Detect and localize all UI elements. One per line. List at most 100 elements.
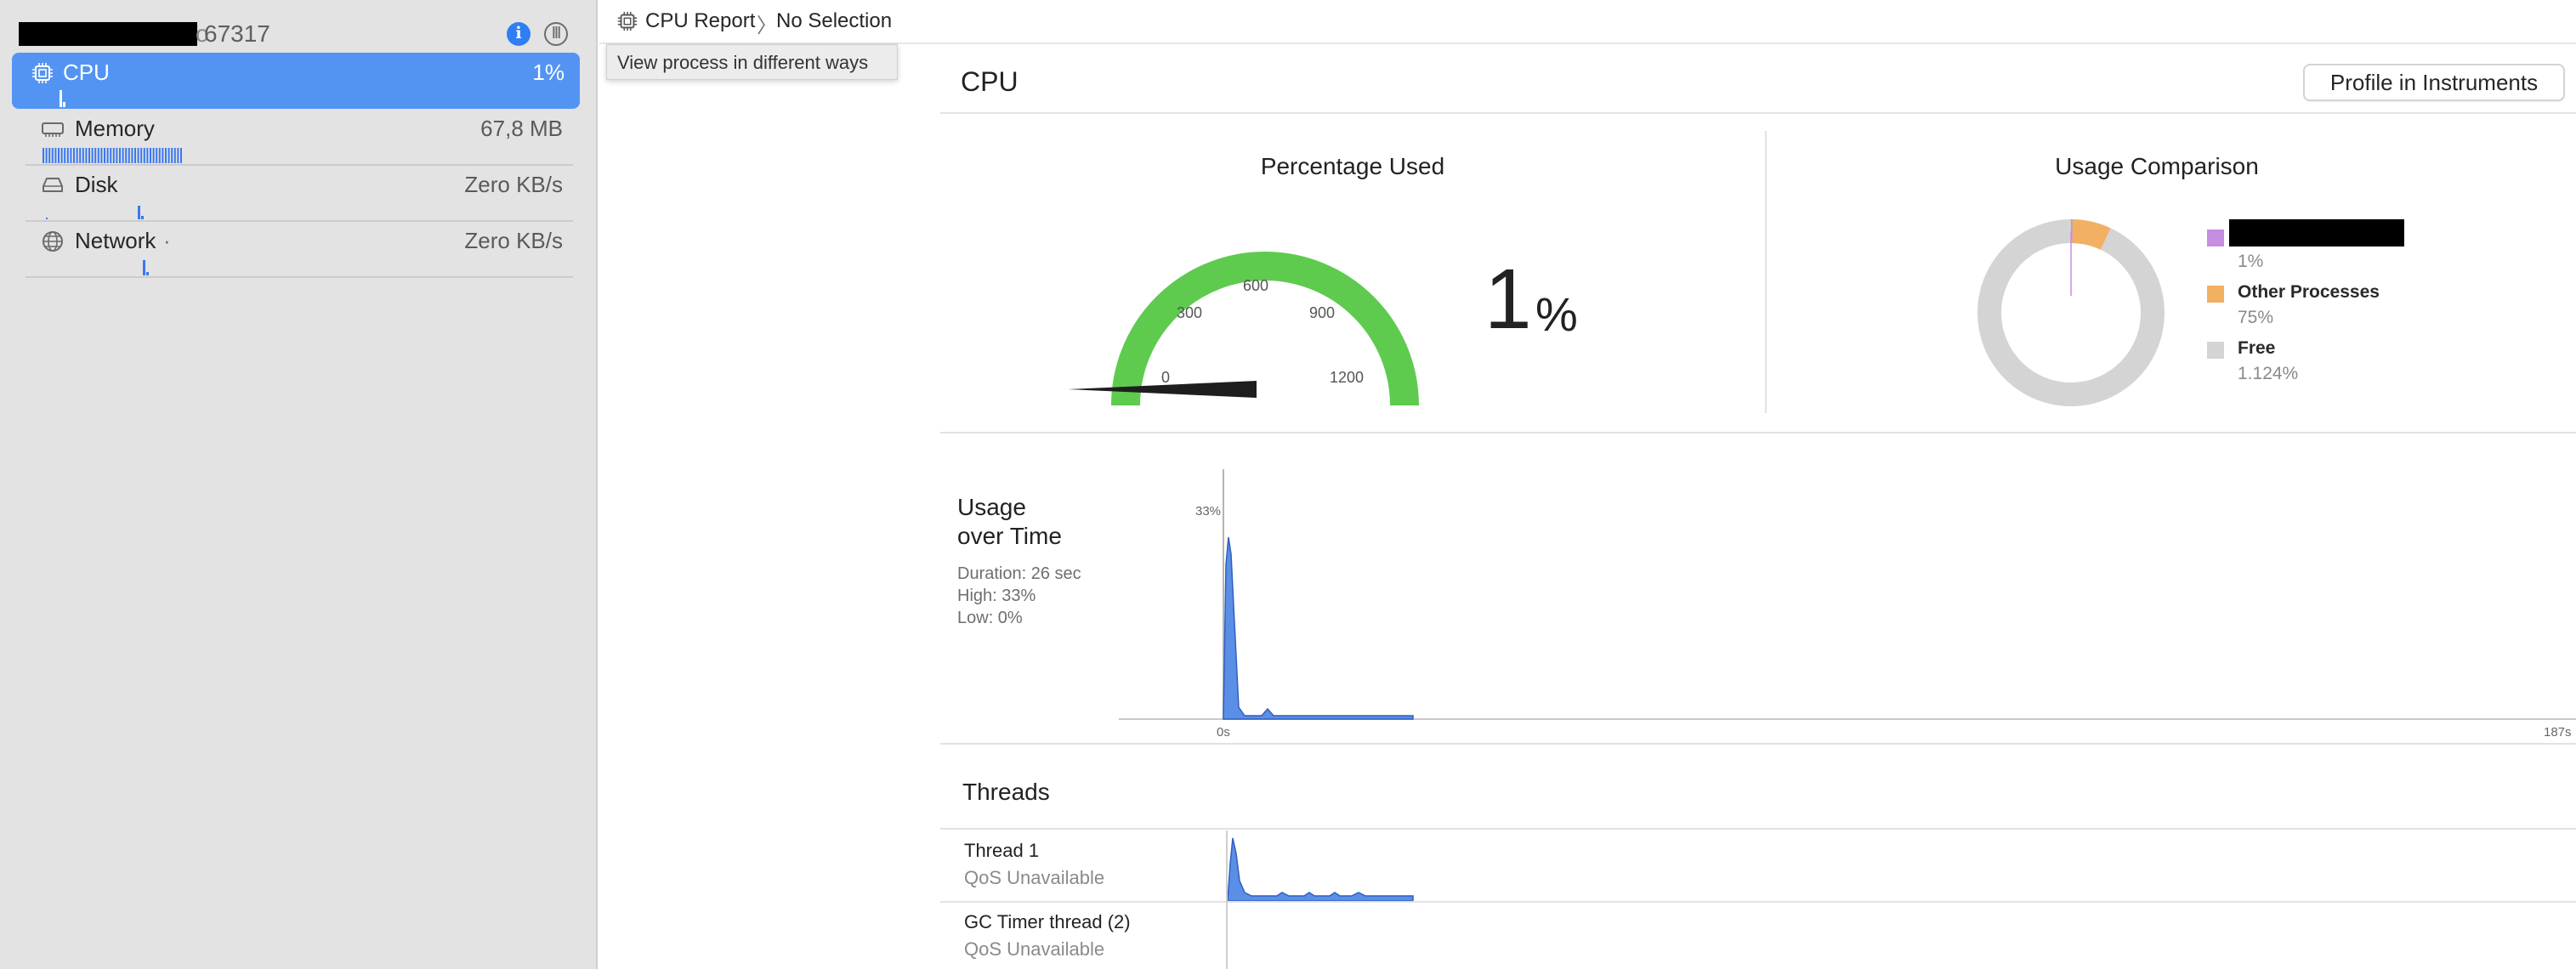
memory-sparkline-bar: [104, 148, 105, 163]
gauge-tick-label: 300: [1177, 304, 1202, 321]
usage-over-time-title: Usage over Time: [957, 493, 1062, 551]
memory-sparkline-bar: [54, 148, 57, 163]
memory-sparkline-bar: [158, 148, 161, 163]
sidebar-item-disk[interactable]: Disk Zero KB/s: [26, 165, 578, 221]
sidebar-item-label: CPU: [63, 60, 110, 85]
memory-sparkline-bar: [143, 148, 145, 163]
memory-sparkline-bar: [137, 148, 139, 163]
profile-in-instruments-button[interactable]: Profile in Instruments: [2303, 64, 2565, 101]
cpu-icon: [32, 63, 53, 83]
network-activity-dot: ·: [163, 228, 171, 253]
percentage-unit: %: [1535, 287, 1578, 341]
low-stat: Low: 0%: [957, 609, 1023, 627]
memory-sparkline-bar: [48, 148, 51, 163]
memory-sparkline-bar: [110, 148, 112, 163]
cpu-sparkline: [60, 90, 65, 107]
memory-sparkline-bar: [131, 148, 133, 163]
divider: [26, 276, 573, 278]
gauge-tick-label: 1200: [1330, 369, 1364, 386]
network-sparkline: [143, 260, 149, 275]
sidebar-item-value: Zero KB/s: [464, 172, 563, 197]
legend-value: 1%: [2238, 252, 2264, 271]
divider: [940, 743, 2576, 745]
cpu-gauge: 0 300 600 900 1200: [1068, 252, 1419, 406]
memory-sparkline-bar: [106, 148, 109, 163]
memory-sparkline-bar: [100, 148, 103, 163]
memory-sparkline-bar: [173, 148, 176, 163]
breadcrumb-no-selection[interactable]: No Selection: [776, 9, 892, 33]
memory-sparkline-bar: [150, 148, 151, 163]
memory-sparkline-bar: [125, 148, 128, 163]
process-header: o 67317: [19, 17, 580, 49]
divider: [940, 432, 2576, 434]
disk-sparkline: [46, 206, 144, 219]
usage-over-time-graph: 33% 0s 187s: [1119, 469, 2576, 740]
memory-sparkline-bar: [58, 148, 60, 163]
sidebar-item-value: 67,8 MB: [480, 116, 563, 141]
memory-sparkline-bar: [70, 148, 72, 163]
memory-sparkline-bar: [152, 148, 155, 163]
legend-value: 1.124%: [2238, 364, 2299, 383]
usage-over-time-title-line2: over Time: [957, 523, 1062, 549]
breadcrumb-cpu-report[interactable]: CPU Report: [645, 9, 755, 33]
divider: [940, 112, 2576, 114]
legend-swatch: [2207, 342, 2224, 359]
memory-sparkline-bar: [76, 148, 78, 163]
sidebar-item-value: Zero KB/s: [464, 228, 563, 253]
percentage-value: 1: [1484, 252, 1532, 347]
memory-sparkline-bar: [85, 148, 88, 163]
threads-heading: Threads: [962, 779, 1050, 805]
memory-sparkline-bar: [162, 148, 164, 163]
divider: [1765, 131, 1767, 413]
tooltip: View process in different ways: [606, 44, 898, 80]
thread-qos: QoS Unavailable: [964, 867, 1105, 888]
legend-label: Free: [2238, 338, 2276, 358]
memory-sparkline-bar: [134, 148, 136, 163]
memory-sparkline-bar: [146, 148, 149, 163]
legend-swatch: [2207, 230, 2224, 246]
memory-sparkline-bar: [167, 148, 170, 163]
memory-icon: [42, 122, 64, 137]
network-icon: [43, 231, 63, 252]
memory-sparkline-bar: [43, 148, 44, 163]
sidebar-item-cpu[interactable]: CPU 1%: [12, 53, 580, 109]
memory-sparkline-bar: [82, 148, 84, 163]
gauge-tick-label: 0: [1161, 369, 1170, 386]
jump-bar: CPU Report 〉 No Selection: [599, 0, 2576, 44]
memory-sparkline-bar: [79, 148, 82, 163]
sample-icon[interactable]: [544, 22, 568, 46]
gauge-tick-label: 900: [1309, 304, 1335, 321]
breadcrumb-separator: 〉: [757, 14, 777, 37]
page-title: CPU: [961, 66, 1018, 97]
info-icon[interactable]: [507, 22, 531, 46]
y-axis-label: 33%: [1195, 504, 1221, 518]
memory-sparkline-bar: [116, 148, 118, 163]
memory-sparkline-bar: [66, 148, 69, 163]
memory-sparkline-bar: [171, 148, 173, 163]
sidebar-item-network[interactable]: Network · Zero KB/s: [26, 221, 578, 277]
memory-sparkline-bar: [156, 148, 158, 163]
sidebar-item-memory[interactable]: Memory 67,8 MB: [26, 109, 578, 165]
cpu-report: CPU Profile in Instruments Percentage Us…: [940, 44, 2576, 969]
memory-sparkline-bar: [97, 148, 99, 163]
legend-label: Other Processes: [2238, 282, 2380, 302]
memory-sparkline-bar: [177, 148, 179, 163]
x-axis-start-label: 0s: [1217, 725, 1230, 740]
thread-name: GC Timer thread (2): [964, 911, 1131, 932]
memory-sparkline-bar: [60, 148, 63, 163]
memory-sparkline-bar: [112, 148, 115, 163]
usage-comparison-heading: Usage Comparison: [2055, 153, 2259, 179]
memory-sparkline-bar: [88, 148, 90, 163]
memory-sparkline-bar: [45, 148, 48, 163]
sidebar-item-label: Network: [75, 228, 156, 253]
thread-activity-graph: [1227, 837, 1414, 901]
process-pid: 67317: [204, 20, 270, 47]
sidebar-item-label: Memory: [75, 116, 155, 141]
memory-sparkline-bar: [122, 148, 124, 163]
memory-sparkline-bar: [165, 148, 167, 163]
legend-value: 75%: [2238, 308, 2274, 327]
legend-swatch: [2207, 286, 2224, 303]
memory-sparkline-bar: [140, 148, 143, 163]
usage-comparison-donut: [1977, 218, 2165, 406]
memory-sparkline-bar: [180, 148, 182, 163]
